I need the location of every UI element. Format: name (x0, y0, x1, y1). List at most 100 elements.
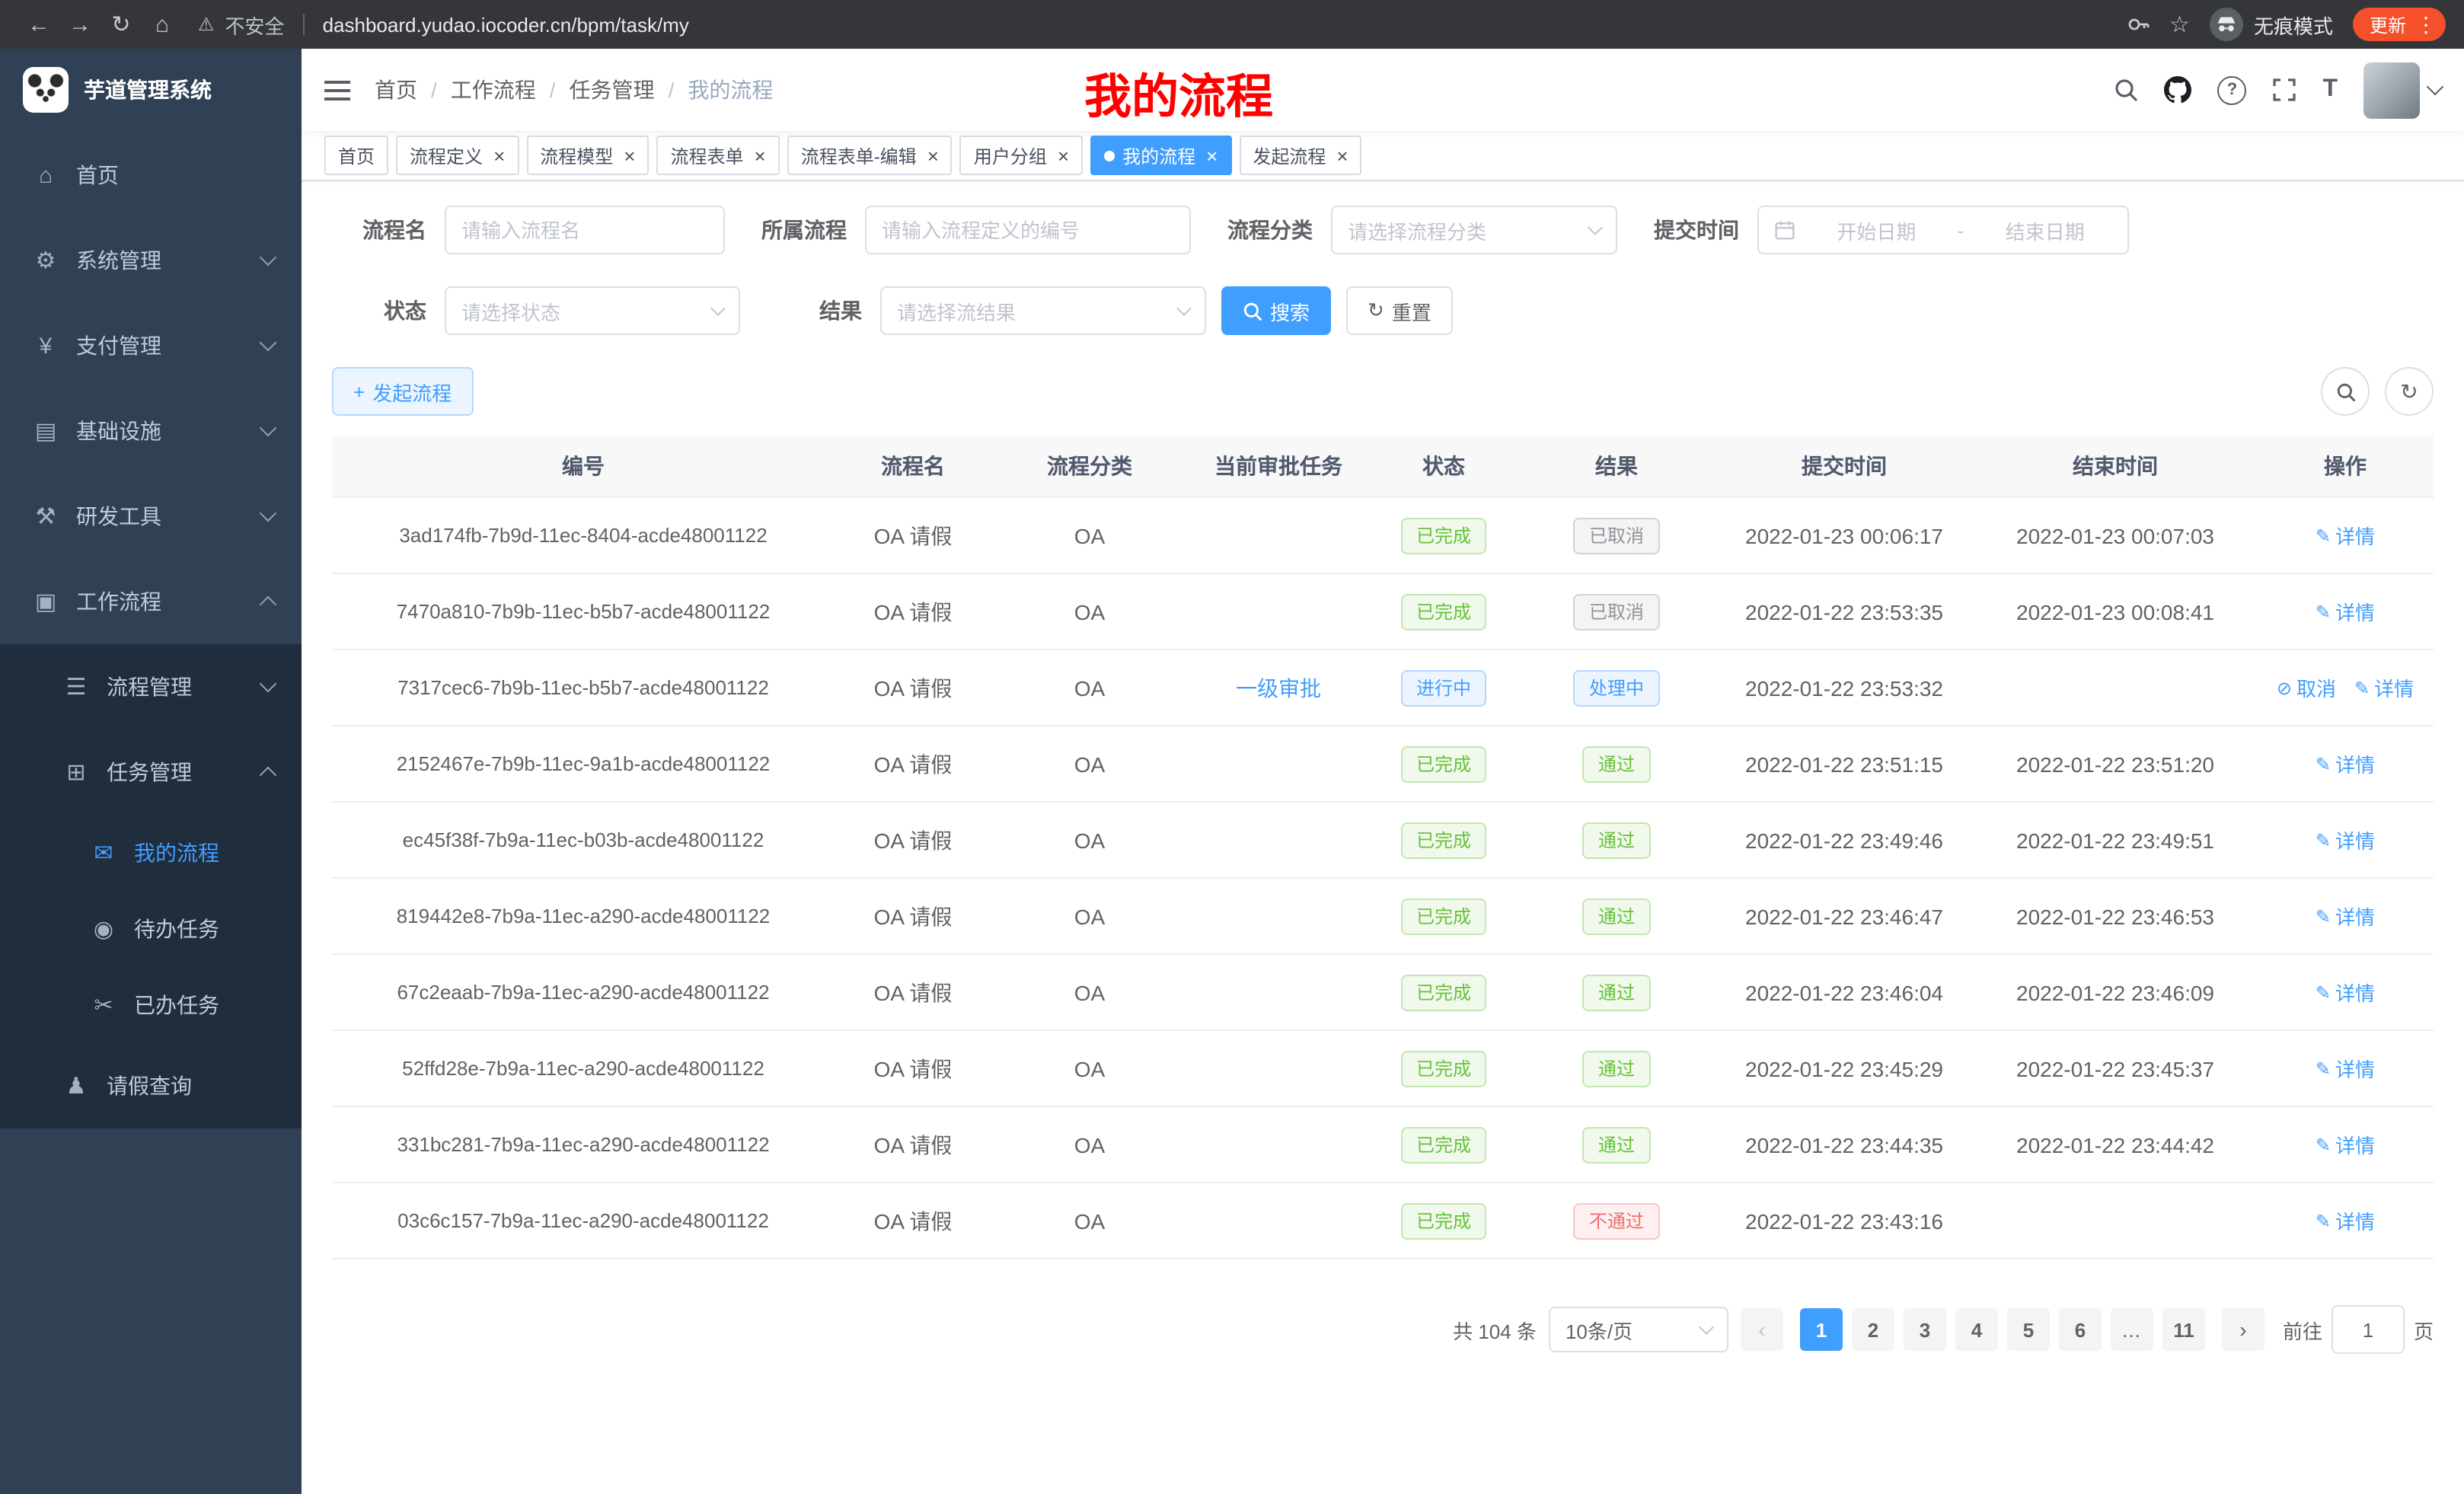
close-icon[interactable]: × (624, 145, 635, 165)
submit-time-range-picker[interactable]: 开始日期 - 结束日期 (1757, 206, 2129, 254)
page-button[interactable]: 6 (2059, 1308, 2102, 1351)
close-icon[interactable]: × (493, 145, 505, 165)
browser-menu-icon[interactable]: ⋮ (2415, 11, 2437, 37)
detail-button[interactable]: ✎详情 (2316, 1054, 2375, 1083)
detail-button[interactable]: ✎详情 (2316, 521, 2375, 550)
sidebar-item-todo-tasks[interactable]: ◉待办任务 (0, 891, 302, 967)
detail-button[interactable]: ✎详情 (2316, 1206, 2375, 1235)
sidebar-item-task-management[interactable]: ⊞任务管理 (0, 729, 302, 815)
show-search-button[interactable] (2321, 367, 2370, 416)
close-icon[interactable]: × (927, 145, 939, 165)
sidebar-item-workflow[interactable]: ▣工作流程 (0, 559, 302, 644)
update-button[interactable]: 更新 ⋮ (2353, 8, 2446, 41)
process-name-input[interactable] (445, 206, 725, 254)
page-button[interactable]: 3 (1904, 1308, 1946, 1351)
breadcrumb-item[interactable]: 任务管理 (570, 75, 655, 105)
close-icon[interactable]: × (1336, 145, 1348, 165)
cell-current-task (1188, 1183, 1369, 1259)
detail-button[interactable]: ✎详情 (2316, 825, 2375, 854)
page-button[interactable]: 4 (1955, 1308, 1998, 1351)
search-icon[interactable] (2114, 78, 2138, 102)
sidebar-item-payment[interactable]: ¥支付管理 (0, 303, 302, 388)
cell-result: 不通过 (1518, 1183, 1715, 1259)
incognito-badge[interactable]: 无痕模式 (2210, 8, 2333, 41)
reset-button-label: 重置 (1392, 296, 1431, 325)
tab-my-process[interactable]: 我的流程× (1090, 136, 1231, 175)
close-icon[interactable]: × (1206, 145, 1218, 165)
tab-label: 流程模型 (540, 142, 613, 168)
sidebar-item-leave-query[interactable]: ♟请假查询 (0, 1043, 302, 1128)
status-select[interactable]: 请选择状态 (445, 286, 740, 335)
close-icon[interactable]: × (1058, 145, 1069, 165)
page-button[interactable]: 11 (2162, 1308, 2205, 1351)
action-label: 详情 (2335, 1206, 2375, 1235)
home-icon[interactable]: ⌂ (142, 11, 183, 37)
result-placeholder: 请选择流结果 (897, 296, 1016, 325)
address-bar[interactable]: ⚠ 不安全 dashboard.yudao.iocoder.cn/bpm/tas… (198, 10, 2125, 39)
sidebar-item-infrastructure[interactable]: ▤基础设施 (0, 388, 302, 474)
refresh-table-button[interactable]: ↻ (2385, 367, 2434, 416)
github-icon[interactable] (2164, 76, 2191, 104)
column-header: 提交时间 (1715, 436, 1974, 497)
page-size-select[interactable]: 10条/页 (1549, 1307, 1728, 1352)
result-select[interactable]: 请选择流结果 (880, 286, 1206, 335)
font-size-icon[interactable]: T (2322, 76, 2338, 104)
key-icon[interactable] (2125, 12, 2150, 37)
page-button[interactable]: 2 (1852, 1308, 1894, 1351)
sidebar-item-system[interactable]: ⚙系统管理 (0, 218, 302, 303)
tab-start-process[interactable]: 发起流程× (1239, 136, 1361, 175)
cell-current-task (1188, 1106, 1369, 1183)
page-size-value: 10条/页 (1566, 1315, 1633, 1344)
sidebar-item-my-process[interactable]: ✉我的流程 (0, 815, 302, 891)
tab-process-definition[interactable]: 流程定义 × (396, 136, 519, 175)
breadcrumb-item[interactable]: 工作流程 (451, 75, 536, 105)
sidebar-toggle-icon[interactable] (324, 80, 350, 100)
cell-submit-time: 2022-01-22 23:51:15 (1715, 726, 1974, 802)
more-pages-button[interactable]: … (2111, 1308, 2153, 1351)
detail-button[interactable]: ✎详情 (2316, 749, 2375, 778)
tab-process-form-edit[interactable]: 流程表单-编辑× (787, 136, 953, 175)
current-task-link[interactable]: 一级审批 (1236, 675, 1321, 700)
page-button[interactable]: 1 (1800, 1308, 1843, 1351)
breadcrumb-item[interactable]: 首页 (375, 75, 417, 105)
back-icon[interactable]: ← (18, 11, 59, 37)
category-select[interactable]: 请选择流程分类 (1331, 206, 1617, 254)
forward-icon[interactable]: → (59, 11, 101, 37)
start-process-button[interactable]: + 发起流程 (332, 367, 473, 416)
parent-process-input[interactable] (865, 206, 1191, 254)
page-button[interactable]: 5 (2007, 1308, 2050, 1351)
tab-process-model[interactable]: 流程模型 × (526, 136, 649, 175)
detail-button[interactable]: ✎详情 (2316, 978, 2375, 1007)
avatar (2363, 62, 2420, 118)
fullscreen-icon[interactable] (2272, 78, 2296, 102)
sidebar-item-home[interactable]: ⌂首页 (0, 132, 302, 218)
logo[interactable]: 芋道管理系统 (0, 49, 302, 129)
cancel-button[interactable]: ⊘取消 (2277, 673, 2336, 702)
tab-process-form[interactable]: 流程表单× (656, 136, 779, 175)
next-page-button[interactable]: › (2222, 1308, 2265, 1351)
sidebar-item-devtools[interactable]: ⚒研发工具 (0, 474, 302, 559)
detail-button[interactable]: ✎详情 (2316, 597, 2375, 626)
help-icon[interactable]: ? (2217, 75, 2246, 104)
reload-icon[interactable]: ↻ (101, 11, 142, 38)
detail-button[interactable]: ✎详情 (2354, 673, 2414, 702)
tab-home[interactable]: 首页 (324, 136, 388, 175)
start-date-placeholder: 开始日期 (1809, 215, 1944, 244)
tab-user-group[interactable]: 用户分组× (960, 136, 1083, 175)
search-button[interactable]: 搜索 (1221, 286, 1331, 335)
sidebar-item-process-management[interactable]: ☰流程管理 (0, 644, 302, 729)
user-menu[interactable] (2363, 62, 2441, 118)
detail-button[interactable]: ✎详情 (2316, 1130, 2375, 1159)
sidebar-item-done-tasks[interactable]: ✂已办任务 (0, 967, 302, 1043)
sidebar-item-label: 工作流程 (76, 586, 161, 617)
detail-button[interactable]: ✎详情 (2316, 902, 2375, 931)
sidebar-item-label: 基础设施 (76, 416, 161, 446)
status-tag: 已完成 (1401, 593, 1486, 630)
bookmark-star-icon[interactable]: ☆ (2169, 11, 2190, 38)
reset-button[interactable]: ↻ 重置 (1346, 286, 1453, 335)
goto-page-input[interactable] (2332, 1305, 2405, 1354)
prev-page-button[interactable]: ‹ (1741, 1308, 1783, 1351)
close-icon[interactable]: × (755, 145, 766, 165)
topbar: 首页 / 工作流程 / 任务管理 / 我的流程 (302, 49, 2464, 131)
tab-label: 流程定义 (410, 142, 483, 168)
